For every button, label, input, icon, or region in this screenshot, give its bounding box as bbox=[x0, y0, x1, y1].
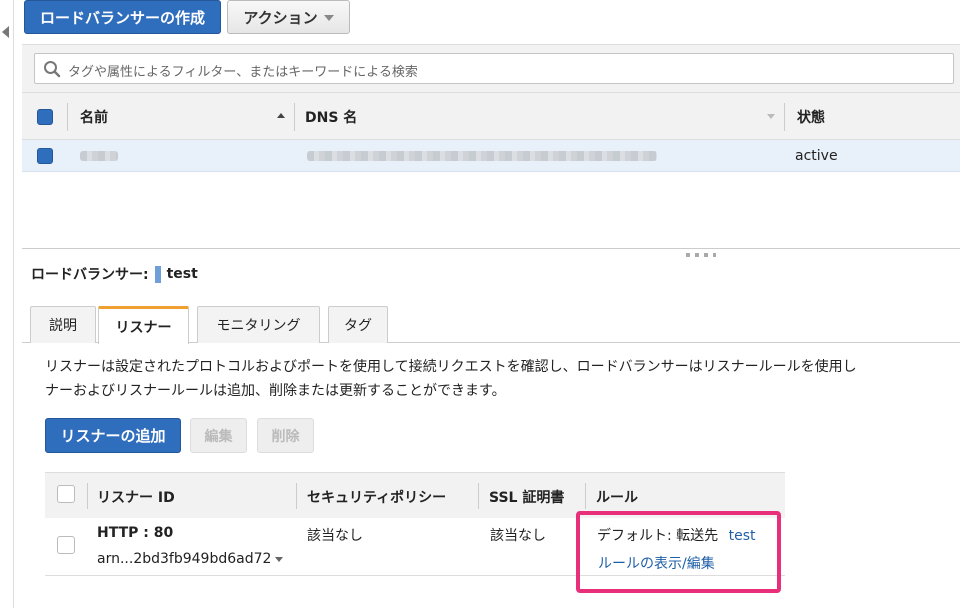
pane-splitter bbox=[22, 248, 960, 249]
column-header-rules[interactable]: ルール bbox=[596, 487, 638, 507]
column-divider bbox=[67, 103, 68, 131]
actions-dropdown-button[interactable]: アクション bbox=[227, 0, 350, 34]
column-divider bbox=[87, 483, 88, 509]
column-header-listener-id[interactable]: リスナー ID bbox=[97, 487, 175, 507]
listener-protocol: HTTP : 80 bbox=[97, 525, 174, 541]
table-row[interactable]: active bbox=[22, 140, 960, 172]
column-divider bbox=[585, 483, 586, 509]
edit-button[interactable]: 編集 bbox=[190, 418, 247, 453]
description-line: ナーおよびリスナールールは追加、削除または更新することができます。 bbox=[45, 383, 506, 399]
listener-description: リスナーは設定されたプロトコルおよびポートを使用して接続リクエストを確認し、ロー… bbox=[45, 355, 960, 403]
chevron-down-icon bbox=[323, 15, 334, 21]
tab-monitoring[interactable]: モニタリング bbox=[197, 306, 320, 343]
tab-tags[interactable]: タグ bbox=[328, 306, 388, 343]
chevron-down-icon bbox=[275, 556, 284, 562]
resize-handle-icon[interactable] bbox=[686, 253, 716, 257]
tab-description[interactable]: 説明 bbox=[30, 306, 96, 343]
column-header-dns[interactable]: DNS 名 bbox=[305, 107, 357, 127]
column-divider bbox=[478, 483, 479, 509]
select-all-checkbox[interactable] bbox=[37, 109, 53, 125]
highlight-annotation bbox=[576, 511, 781, 593]
color-marker-icon bbox=[154, 265, 161, 283]
listener-arn: arn...2bd3fb949bd6ad72 bbox=[97, 551, 272, 567]
detail-lb-name: test bbox=[166, 266, 198, 282]
column-divider bbox=[784, 103, 785, 131]
row-checkbox[interactable] bbox=[57, 536, 75, 554]
redacted-dns-name bbox=[307, 151, 657, 161]
column-header-ssl-certificate[interactable]: SSL 証明書 bbox=[489, 487, 564, 507]
create-load-balancer-button[interactable]: ロードバランサーの作成 bbox=[24, 0, 221, 34]
row-state: active bbox=[795, 148, 838, 164]
actions-label: アクション bbox=[243, 9, 318, 27]
listener-arn-dropdown[interactable]: arn...2bd3fb949bd6ad72 bbox=[97, 551, 284, 567]
table-header: 名前 DNS 名 状態 bbox=[22, 92, 960, 140]
search-placeholder: タグや属性によるフィルター、またはキーワードによる検索 bbox=[68, 65, 418, 80]
search-icon bbox=[44, 61, 61, 78]
search-input[interactable]: タグや属性によるフィルター、またはキーワードによる検索 bbox=[34, 53, 954, 84]
collapse-left-icon bbox=[2, 26, 9, 38]
column-divider bbox=[294, 103, 295, 131]
select-all-checkbox[interactable] bbox=[57, 485, 75, 503]
add-listener-button[interactable]: リスナーの追加 bbox=[45, 418, 181, 453]
column-divider bbox=[296, 483, 297, 509]
column-header-security-policy[interactable]: セキュリティポリシー bbox=[307, 487, 446, 507]
detail-tabs: 説明 リスナー モニタリング タグ bbox=[22, 306, 960, 344]
sort-icon[interactable] bbox=[767, 114, 775, 119]
sort-ascending-icon[interactable] bbox=[277, 113, 285, 118]
redacted-name bbox=[80, 151, 118, 161]
detail-title-prefix: ロードバランサー: bbox=[31, 267, 149, 283]
column-header-name[interactable]: 名前 bbox=[80, 107, 108, 127]
ssl-certificate-value: 該当なし bbox=[490, 528, 546, 544]
security-policy-value: 該当なし bbox=[307, 528, 363, 544]
tab-listeners[interactable]: リスナー bbox=[98, 306, 189, 344]
filter-bar: タグや属性によるフィルター、またはキーワードによる検索 bbox=[22, 44, 960, 92]
delete-button[interactable]: 削除 bbox=[257, 418, 314, 453]
row-checkbox[interactable] bbox=[37, 148, 53, 164]
detail-title: ロードバランサー: test bbox=[31, 264, 198, 284]
description-line: リスナーは設定されたプロトコルおよびポートを使用して接続リクエストを確認し、ロー… bbox=[45, 359, 857, 375]
side-panel-toggle[interactable] bbox=[0, 0, 14, 608]
column-header-state[interactable]: 状態 bbox=[797, 107, 825, 127]
